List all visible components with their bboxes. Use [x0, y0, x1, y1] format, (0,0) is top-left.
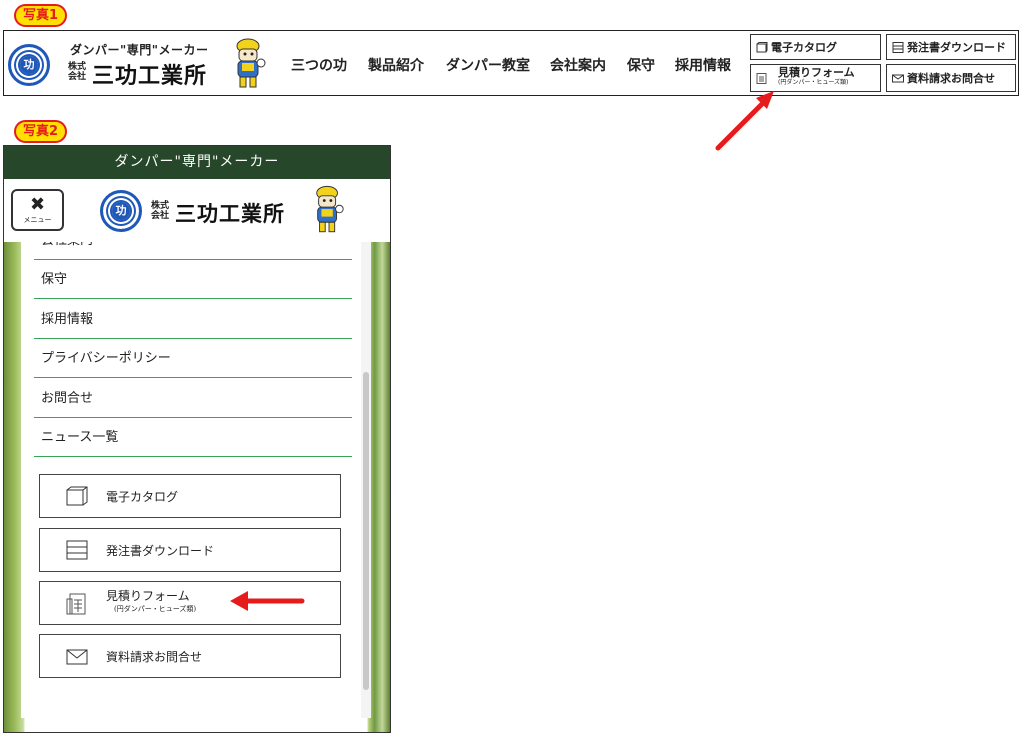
menu-item-news[interactable]: ニュース一覧 — [34, 418, 352, 457]
calculator-icon — [66, 593, 86, 615]
mobile-kabushiki-label: 株式 会社 — [151, 201, 169, 221]
nav-maintenance[interactable]: 保守 — [627, 55, 655, 75]
mail-icon — [892, 74, 904, 82]
photo2-badge: 写真2 — [14, 120, 68, 143]
photo1-badge: 写真1 — [14, 4, 68, 27]
mobile-quote-form-label: 見積りフォーム — [106, 589, 190, 603]
book-icon — [756, 41, 768, 52]
quote-form-sublabel: (円ダンパー・ヒューズ類) — [778, 79, 849, 86]
mobile-quote-form-sublabel: (円ダンパー・ヒューズ類) — [114, 605, 197, 613]
nav-mittsu-no-kou[interactable]: 三つの功 — [291, 55, 347, 75]
mobile-mascot-icon — [316, 185, 344, 233]
nav-company[interactable]: 会社案内 — [550, 55, 606, 75]
mobile-kabushiki-line2: 会社 — [151, 211, 170, 221]
company-name[interactable]: 三功工業所 — [92, 58, 207, 90]
menu-item-contact[interactable]: お問合せ — [34, 379, 352, 418]
kabushiki-label: 株式 会社 — [68, 62, 86, 82]
book-icon — [66, 486, 88, 506]
catalog-label: 電子カタログ — [771, 41, 837, 54]
mobile-inquiry-label: 資料請求お問合せ — [106, 650, 203, 664]
mobile-company-name[interactable]: 三功工業所 — [175, 198, 285, 228]
download-button[interactable]: 発注書ダウンロード — [886, 34, 1016, 60]
mobile-inquiry-button[interactable]: 資料請求お問合せ — [39, 634, 341, 678]
mobile-screen: ダンパー"専門"メーカー ✖ メニュー 功 株式 会社 三功工業所 会社案内 保… — [3, 145, 391, 733]
kabushiki-line2: 会社 — [68, 72, 87, 82]
red-arrow-icon — [715, 91, 774, 151]
mobile-download-button[interactable]: 発注書ダウンロード — [39, 528, 341, 572]
menu-scrollbar[interactable] — [361, 242, 371, 718]
nav-recruit[interactable]: 採用情報 — [675, 55, 731, 75]
kabushiki-line1: 株式 — [68, 62, 87, 72]
mobile-logo-mark: 功 — [112, 202, 130, 220]
red-arrow-left-icon — [230, 591, 305, 611]
download-label: 発注書ダウンロード — [907, 41, 1006, 54]
mascot-icon — [236, 38, 266, 88]
menu-item-company[interactable]: 会社案内 — [34, 242, 352, 260]
mobile-catalog-label: 電子カタログ — [106, 490, 179, 504]
mobile-topbar: ダンパー"専門"メーカー — [4, 146, 390, 179]
nav-products[interactable]: 製品紹介 — [368, 55, 424, 75]
inquiry-label: 資料請求お問合せ — [907, 72, 995, 85]
menu-label: メニュー — [23, 216, 52, 224]
mobile-quote-form-text: 見積りフォーム (円ダンパー・ヒューズ類) — [106, 590, 196, 616]
mobile-download-label: 発注書ダウンロード — [106, 544, 215, 558]
tagline: ダンパー"専門"メーカー — [70, 43, 209, 57]
menu-item-privacy[interactable]: プライバシーポリシー — [34, 339, 352, 378]
logo-mark: 功 — [20, 56, 38, 74]
desktop-header: 功 ダンパー"専門"メーカー 株式 会社 三功工業所 三つの功 製品紹介 ダンパ… — [3, 30, 1019, 96]
inquiry-button[interactable]: 資料請求お問合せ — [886, 64, 1016, 92]
close-icon: ✖ — [29, 194, 46, 215]
nav-damper-class[interactable]: ダンパー教室 — [446, 55, 530, 75]
mobile-catalog-button[interactable]: 電子カタログ — [39, 474, 341, 518]
menu-item-maintenance[interactable]: 保守 — [34, 260, 352, 299]
mobile-kabushiki-line1: 株式 — [151, 201, 170, 211]
menu-item-recruit[interactable]: 採用情報 — [34, 300, 352, 339]
menu-close-button[interactable]: ✖ メニュー — [11, 189, 64, 231]
document-list-icon — [66, 540, 88, 560]
catalog-button[interactable]: 電子カタログ — [750, 34, 881, 60]
document-list-icon — [892, 41, 904, 53]
mail-icon — [66, 649, 88, 665]
scrollbar-thumb[interactable] — [363, 372, 369, 690]
menu-panel: 会社案内 保守 採用情報 プライバシーポリシー お問合せ ニュース一覧 電子カタ… — [21, 242, 371, 718]
calculator-icon — [756, 72, 767, 84]
quote-form-text: 見積りフォーム (円ダンパー・ヒューズ類) — [778, 67, 855, 88]
